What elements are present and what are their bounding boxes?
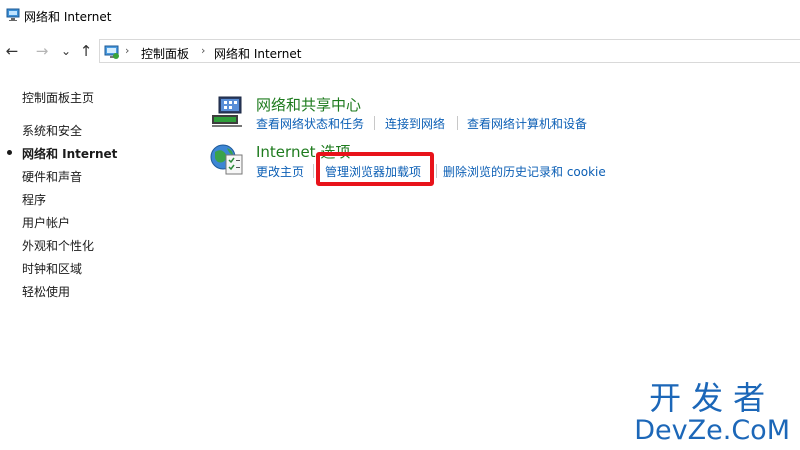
sidebar-item-network-internet[interactable]: 网络和 Internet xyxy=(22,145,117,162)
network-sharing-center-title[interactable]: 网络和共享中心 xyxy=(256,94,361,115)
sidebar-item-system-security[interactable]: 系统和安全 xyxy=(22,122,82,139)
breadcrumb-network-internet[interactable]: 网络和 Internet xyxy=(214,45,301,62)
network-icon xyxy=(6,8,20,21)
link-separator xyxy=(374,116,375,130)
view-network-status-link[interactable]: 查看网络状态和任务 xyxy=(256,115,364,132)
watermark: 开发者 DevZe.CoM xyxy=(634,380,790,446)
up-button[interactable]: ↑ xyxy=(76,40,96,62)
link-separator xyxy=(313,164,314,178)
forward-button[interactable]: → xyxy=(32,40,52,62)
view-network-computers-link[interactable]: 查看网络计算机和设备 xyxy=(467,115,587,132)
highlight-box xyxy=(316,152,434,186)
title-bar: 网络和 Internet xyxy=(0,0,800,32)
change-home-page-link[interactable]: 更改主页 xyxy=(256,163,304,180)
sidebar-item-hardware-sound[interactable]: 硬件和声音 xyxy=(22,168,82,185)
sidebar-item-programs[interactable]: 程序 xyxy=(22,191,46,208)
breadcrumb-control-panel[interactable]: 控制面板 xyxy=(141,45,189,62)
address-bar[interactable]: › 控制面板 › 网络和 Internet xyxy=(99,39,800,63)
sidebar-item-appearance[interactable]: 外观和个性化 xyxy=(22,237,94,254)
network-sharing-center-icon xyxy=(212,96,242,127)
sidebar-item-clock-region[interactable]: 时钟和区域 xyxy=(22,260,82,277)
recent-locations-button[interactable]: ⌄ xyxy=(56,40,76,62)
sidebar-item-control-panel-home[interactable]: 控制面板主页 xyxy=(22,89,94,106)
control-panel-icon xyxy=(104,45,119,59)
back-button[interactable]: ← xyxy=(2,40,22,62)
link-separator xyxy=(436,164,437,178)
window-title: 网络和 Internet xyxy=(24,10,112,24)
watermark-line2: DevZe.CoM xyxy=(634,415,790,446)
sidebar-item-user-accounts[interactable]: 用户帐户 xyxy=(22,214,70,231)
breadcrumb-separator: › xyxy=(201,44,206,57)
sidebar-item-ease-of-access[interactable]: 轻松使用 xyxy=(22,283,70,300)
breadcrumb-separator: › xyxy=(125,44,130,57)
delete-browsing-history-link[interactable]: 删除浏览的历史记录和 cookie xyxy=(443,163,606,180)
navigation-bar: ← → ⌄ ↑ › 控制面板 › 网络和 Internet xyxy=(0,36,800,66)
link-separator xyxy=(457,116,458,130)
active-indicator xyxy=(7,150,12,155)
connect-to-network-link[interactable]: 连接到网络 xyxy=(385,115,445,132)
internet-options-icon xyxy=(210,144,243,175)
watermark-line1: 开发者 xyxy=(649,379,776,417)
